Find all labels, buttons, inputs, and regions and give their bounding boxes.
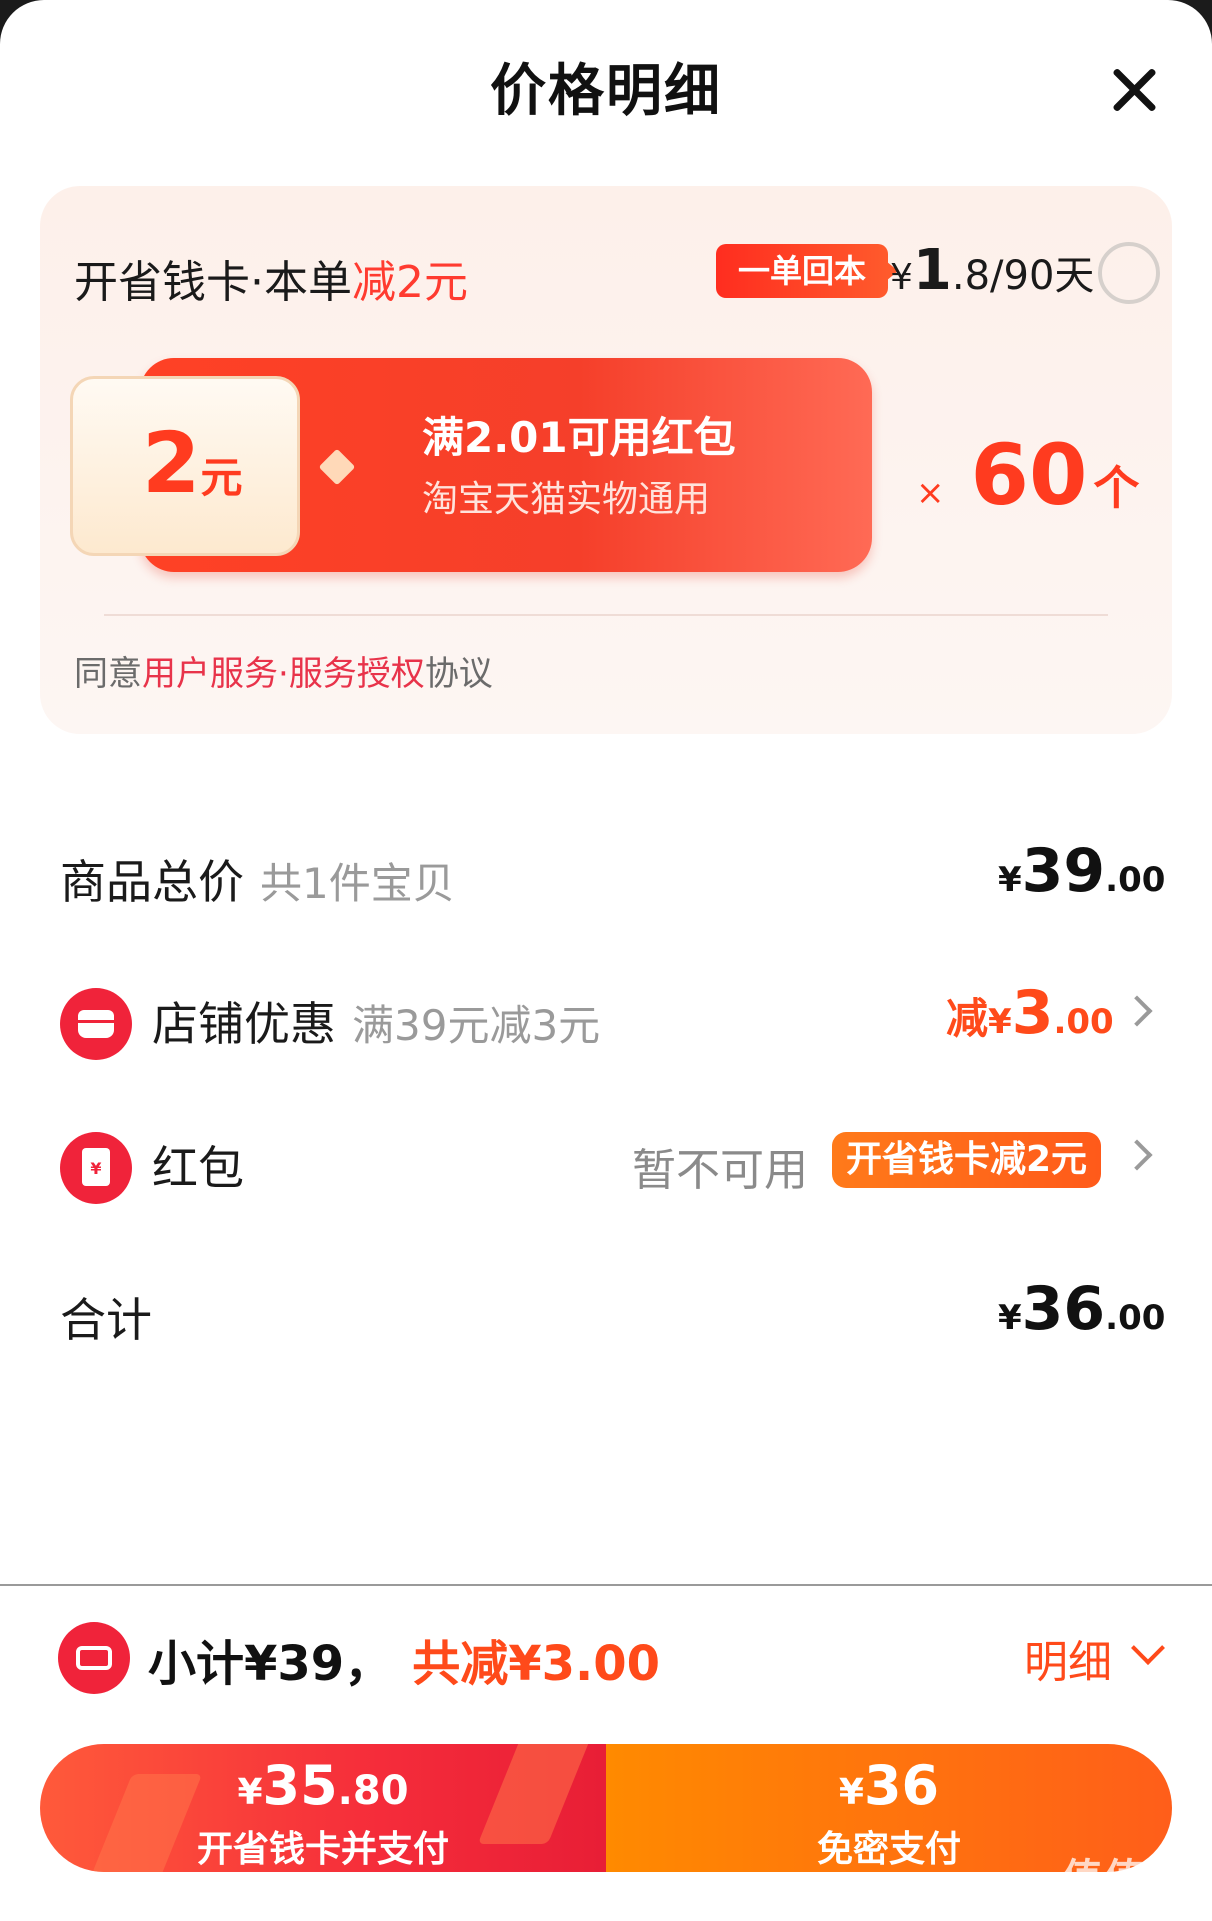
red-packet-row[interactable]: ¥ 红包 暂不可用 开省钱卡减2元 bbox=[60, 1122, 1153, 1212]
agreement-separator: · bbox=[278, 654, 289, 694]
savings-pay-price: ¥35.80 bbox=[40, 1754, 606, 1817]
ticket-icon bbox=[58, 1622, 130, 1694]
service-authorization-link[interactable]: 服务授权 bbox=[289, 654, 425, 694]
amount-integer: 39 bbox=[1021, 836, 1106, 906]
coupon-amount-value: 2 bbox=[142, 414, 201, 512]
currency: ¥ bbox=[998, 1298, 1022, 1338]
amount-decimal: .00 bbox=[1053, 1002, 1114, 1042]
grand-total-amount: ¥36.00 bbox=[998, 1274, 1165, 1344]
amount-integer: 3 bbox=[1011, 978, 1054, 1048]
chevron-right-icon[interactable] bbox=[1121, 995, 1153, 1027]
shop-discount-rule: 满39元减3元 bbox=[352, 1001, 601, 1050]
amount-decimal: .00 bbox=[1105, 860, 1166, 900]
price-currency: ¥ bbox=[890, 257, 913, 298]
currency: ¥ bbox=[838, 1772, 864, 1813]
site-watermark: 值值值 zhizhizhi.com bbox=[1062, 1846, 1188, 1921]
coupon-amount: 2元 bbox=[142, 414, 242, 512]
user-service-link[interactable]: 用户服务 bbox=[142, 654, 278, 694]
chevron-down-icon[interactable] bbox=[1131, 1631, 1165, 1665]
page-title: 价格明细 bbox=[490, 59, 722, 124]
goods-total-row: 商品总价 共1件宝贝 ¥39.00 bbox=[60, 836, 1165, 926]
watermark-url: zhizhizhi.com bbox=[1070, 1902, 1180, 1921]
goods-total-label: 商品总价 共1件宝贝 bbox=[60, 846, 455, 912]
price-rest: .8/90天 bbox=[951, 253, 1095, 299]
coupon-amount-unit: 元 bbox=[200, 453, 243, 502]
pay-with-savings-card-button[interactable]: ¥35.80 开省钱卡并支付 bbox=[40, 1744, 606, 1872]
coupon-qty-times: × bbox=[916, 473, 945, 513]
price-integer: 36 bbox=[863, 1754, 940, 1817]
grand-total-label: 合计 bbox=[60, 1293, 152, 1347]
price-detail-sheet: 价格明细 开省钱卡·本单减2元 一单回本 ¥1.8/90天 2元 满2.01可用… bbox=[0, 0, 1212, 1921]
price-integer: 1 bbox=[912, 238, 952, 303]
red-packet-status: 暂不可用 bbox=[632, 1145, 808, 1196]
savings-card-price: ¥1.8/90天 bbox=[890, 238, 1094, 303]
agreement-prefix: 同意 bbox=[74, 654, 142, 694]
watermark-logo: 值值值 bbox=[1062, 1856, 1188, 1902]
amount-decimal: .00 bbox=[1105, 1298, 1166, 1338]
shop-discount-row[interactable]: 店铺优惠 满39元减3元 减¥3.00 bbox=[60, 978, 1153, 1068]
direct-pay-price: ¥36 bbox=[606, 1754, 1172, 1817]
one-order-payback-badge: 一单回本 bbox=[716, 244, 899, 298]
savings-card-title: 开省钱卡·本单减2元 bbox=[74, 246, 468, 310]
shop-discount-amount: 减¥3.00 bbox=[946, 978, 1114, 1048]
total-discount: 共减¥3.00 bbox=[412, 1636, 661, 1692]
currency: ¥ bbox=[237, 1772, 263, 1813]
shop-icon bbox=[60, 988, 132, 1060]
savings-card-offer: 开省钱卡·本单减2元 一单回本 ¥1.8/90天 2元 满2.01可用红包 淘宝… bbox=[40, 186, 1172, 734]
bottom-divider bbox=[0, 1584, 1212, 1586]
subtotal-summary: 小计¥39， 共减¥3.00 bbox=[148, 1624, 660, 1694]
price-integer: 35 bbox=[262, 1754, 338, 1817]
shop-discount-label: 店铺优惠 满39元减3元 bbox=[152, 988, 600, 1054]
savings-pay-label: 开省钱卡并支付 bbox=[196, 1829, 449, 1870]
amount-integer: 36 bbox=[1021, 1274, 1106, 1344]
savings-card-title-prefix: 开省钱卡·本单 bbox=[74, 257, 352, 308]
discount-prefix: 减 bbox=[946, 994, 989, 1043]
shop-discount-title: 店铺优惠 bbox=[152, 997, 336, 1051]
divider bbox=[104, 614, 1108, 616]
agreement-suffix: 协议 bbox=[424, 654, 493, 694]
currency: ¥ bbox=[988, 1002, 1012, 1042]
currency: ¥ bbox=[998, 860, 1022, 900]
red-packet-label: 红包 bbox=[152, 1141, 244, 1195]
coupon-quantity: × 60 个 bbox=[916, 426, 1139, 524]
grand-total-row: 合计 ¥36.00 bbox=[60, 1274, 1165, 1364]
pay-buttons: ¥35.80 开省钱卡并支付 ¥36 免密支付 bbox=[40, 1744, 1172, 1872]
subtotal-value: 小计¥39， bbox=[148, 1636, 393, 1692]
goods-total-amount: ¥39.00 bbox=[998, 836, 1165, 906]
red-packet-coupon: 2元 满2.01可用红包 淘宝天猫实物通用 bbox=[70, 358, 872, 574]
agreement-text: 同意用户服务·服务授权协议 bbox=[74, 646, 493, 695]
price-decimal: .80 bbox=[337, 1768, 409, 1814]
close-icon[interactable] bbox=[1104, 60, 1164, 120]
detail-toggle[interactable]: 明细 bbox=[1024, 1626, 1112, 1690]
coupon-qty-number: 60 bbox=[970, 426, 1088, 524]
savings-card-radio[interactable] bbox=[1098, 242, 1160, 304]
chevron-right-icon[interactable] bbox=[1121, 1139, 1153, 1171]
coupon-scope: 淘宝天猫实物通用 bbox=[422, 479, 711, 520]
savings-card-title-highlight: 减2元 bbox=[352, 257, 468, 308]
goods-count: 共1件宝贝 bbox=[260, 859, 455, 908]
coupon-condition: 满2.01可用红包 bbox=[422, 413, 736, 462]
savings-card-discount-tag[interactable]: 开省钱卡减2元 bbox=[832, 1132, 1102, 1188]
coupon-qty-unit: 个 bbox=[1093, 461, 1140, 515]
red-packet-icon: ¥ bbox=[60, 1132, 132, 1204]
goods-total-title: 商品总价 bbox=[60, 855, 244, 909]
